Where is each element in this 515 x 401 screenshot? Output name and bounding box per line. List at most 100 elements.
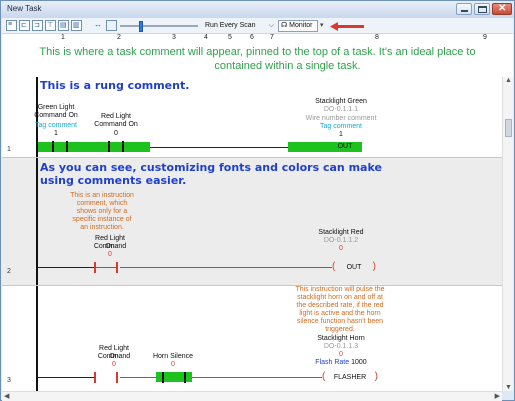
ruler-col: 2 — [117, 34, 121, 41]
ruler-col: 5 — [228, 34, 232, 41]
minimize-icon — [461, 10, 468, 12]
task-window: New Task ✕ ≡ ⊏ ⊐ ⊤ ▤ ▥ ↔ Run Every Scan … — [0, 0, 515, 401]
title-bar[interactable]: New Task ✕ — [1, 1, 514, 18]
output-name: Stacklight Red — [318, 229, 364, 236]
rung-separator — [2, 157, 502, 158]
scan-mode-value: Run Every Scan — [205, 22, 256, 29]
contact-1-state: On — [109, 353, 119, 360]
ruler-col: 7 — [270, 34, 274, 41]
monitor-icon: ☊ — [281, 22, 288, 29]
monitor-dropdown-icon[interactable]: ▾ — [320, 21, 324, 29]
flash-rate-param: Flash Rate 1000 — [286, 359, 396, 367]
unpowered-wire — [120, 377, 156, 378]
contact-icon[interactable]: ⊤ — [45, 20, 56, 31]
minimize-button[interactable] — [456, 3, 472, 15]
output-name: Stacklight Horn — [317, 335, 365, 342]
column-ruler: 1 2 3 4 5 6 7 8 9 — [2, 34, 513, 43]
rung-3-contact-1[interactable] — [92, 372, 120, 383]
contact-1-name: Green Light Command On — [34, 104, 78, 119]
monitor-button[interactable]: ☊ Monitor — [278, 20, 318, 32]
output-value: 0 — [339, 351, 343, 358]
coil-instruction: OUT — [337, 143, 353, 150]
branch-icon[interactable]: ⊏ — [19, 20, 30, 31]
vertical-scrollbar[interactable]: ▲ ▼ — [502, 77, 513, 391]
task-comment[interactable]: This is where a task comment will appear… — [2, 43, 513, 77]
unpowered-wire — [120, 267, 332, 268]
coil-instruction: FLASHER — [333, 374, 367, 381]
unpowered-wire — [96, 267, 118, 268]
coil-instruction: OUT — [346, 264, 362, 271]
rung-number: 3 — [7, 377, 11, 384]
rung-comment-line: As you can see, customizing fonts and co… — [40, 161, 382, 174]
ruler-col: 9 — [483, 34, 487, 41]
rung-1-output-coil[interactable]: OUT — [330, 141, 360, 152]
contact-1-state: On — [105, 243, 115, 250]
contact-2-name: Horn Silence — [152, 353, 194, 360]
zoom-slider-thumb[interactable] — [139, 21, 143, 32]
maximize-button[interactable] — [474, 3, 490, 15]
instruction-comment[interactable]: This is an instruction comment, which sh… — [60, 192, 144, 232]
contact-1-value: 1 — [54, 130, 58, 137]
function-icon[interactable]: ▥ — [71, 20, 82, 31]
unpowered-wire — [192, 377, 322, 378]
window-title: New Task — [7, 4, 42, 13]
rung-icon[interactable]: ≡ — [6, 20, 17, 31]
scan-mode-select[interactable]: Run Every Scan ⌵ — [202, 20, 276, 32]
contact-2-value: 0 — [171, 361, 175, 368]
ruler-col: 6 — [250, 34, 254, 41]
rung-2-output-coil[interactable]: ( OUT ) — [332, 261, 376, 273]
monitor-label: Monitor — [289, 22, 313, 29]
close-button[interactable]: ✕ — [492, 3, 512, 15]
rung-comment[interactable]: This is a rung comment. — [40, 79, 189, 92]
vertical-scroll-thumb[interactable] — [505, 119, 512, 137]
task-comment-line: This is where a task comment will appear… — [39, 46, 476, 58]
task-comment-line: contained within a single task. — [214, 60, 361, 72]
toolbar: ≡ ⊏ ⊐ ⊤ ▤ ▥ ↔ Run Every Scan ⌵ ☊ Monitor… — [2, 18, 513, 34]
output-address: DO-0.1.1.2 — [323, 237, 359, 244]
rung-comment[interactable]: As you can see, customizing fonts and co… — [40, 161, 382, 187]
maximize-icon — [478, 6, 487, 13]
param-label: Flash Rate — [315, 359, 350, 366]
rung-3-contact-2-bars — [160, 372, 188, 383]
ruler-col: 3 — [172, 34, 176, 41]
output-name: Stacklight Green — [315, 98, 367, 105]
output-tag-comment: Tag comment — [319, 123, 363, 130]
ruler-col: 4 — [204, 34, 208, 41]
horizontal-scrollbar[interactable]: ◀ ▶ — [2, 391, 502, 401]
annotation-arrow-icon — [330, 22, 364, 31]
contact-2-value: 0 — [114, 130, 118, 137]
coil-icon[interactable]: ▤ — [58, 20, 69, 31]
chevron-down-icon: ⌵ — [268, 22, 274, 29]
output-address: DO-0.1.1.3 — [323, 343, 359, 350]
wire — [38, 377, 94, 378]
ladder-editor[interactable]: This is a rung comment. 1 Green Light Co… — [2, 77, 502, 391]
contact-2-name: Red Light Command On — [94, 113, 138, 128]
contact-1-tag-comment: Tag comment — [34, 122, 78, 129]
contact-1-value: 0 — [108, 251, 112, 258]
rung-number: 1 — [7, 146, 11, 153]
wire-number-comment: Wire number comment — [305, 115, 377, 122]
scroll-down-icon[interactable]: ▼ — [505, 384, 512, 391]
contact-1-value: 0 — [112, 361, 116, 368]
scroll-right-icon[interactable]: ▶ — [495, 392, 500, 400]
scroll-up-icon[interactable]: ▲ — [505, 77, 512, 84]
unpowered-wire — [150, 147, 288, 148]
jump-icon[interactable]: ↔ — [94, 20, 102, 29]
rung-1-contact-2[interactable] — [102, 141, 130, 152]
zoom-slider-track[interactable] — [120, 25, 198, 27]
close-icon: ✕ — [498, 3, 507, 14]
ruler-col: 1 — [61, 34, 65, 41]
rung-comment-line: using comments easier. — [40, 174, 187, 187]
rung-1-contact-1[interactable] — [46, 141, 74, 152]
ladder-view-icon[interactable] — [106, 20, 117, 31]
ruler-col: 8 — [375, 34, 379, 41]
branch-level-icon[interactable]: ⊐ — [32, 20, 43, 31]
wire — [38, 267, 94, 268]
instruction-comment[interactable]: This instruction will pulse the stacklig… — [272, 286, 408, 334]
rung-separator — [2, 285, 502, 286]
rung-3-output-coil[interactable]: ( FLASHER ) — [322, 371, 378, 383]
output-address: DO-0.1.1.1 — [323, 106, 359, 113]
scroll-left-icon[interactable]: ◀ — [4, 392, 9, 400]
param-value: 1000 — [351, 359, 367, 366]
output-value: 0 — [339, 245, 343, 252]
